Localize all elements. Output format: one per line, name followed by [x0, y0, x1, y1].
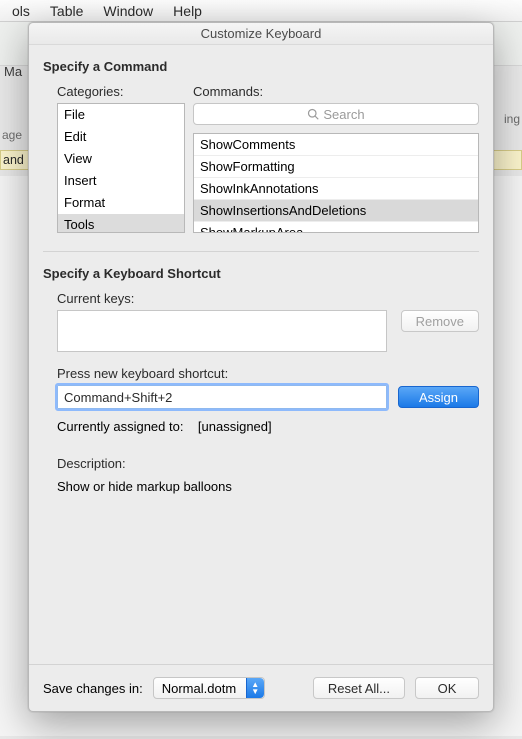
reset-all-button[interactable]: Reset All... — [313, 677, 405, 699]
currently-assigned-label: Currently assigned to: — [57, 419, 183, 434]
background-text: age — [2, 128, 22, 142]
menu-item[interactable]: Help — [163, 3, 212, 19]
dialog-title: Customize Keyboard — [29, 23, 493, 45]
section-specify-shortcut: Specify a Keyboard Shortcut — [43, 266, 479, 281]
menu-item[interactable]: Window — [93, 3, 163, 19]
command-item[interactable]: ShowFormatting — [194, 156, 478, 178]
commands-label: Commands: — [193, 84, 479, 99]
category-item[interactable]: Insert — [58, 170, 184, 192]
categories-label: Categories: — [57, 84, 185, 99]
commands-listbox[interactable]: ShowCommentsShowFormattingShowInkAnnotat… — [193, 133, 479, 233]
current-keys-box[interactable] — [57, 310, 387, 352]
category-item[interactable]: Edit — [58, 126, 184, 148]
save-changes-select[interactable]: Normal.dotm ▲▼ — [153, 677, 265, 699]
category-item[interactable]: Tools — [58, 214, 184, 233]
menu-item[interactable]: Table — [40, 3, 93, 19]
command-item[interactable]: ShowInsertionsAndDeletions — [194, 200, 478, 222]
category-item[interactable]: File — [58, 104, 184, 126]
save-changes-label: Save changes in: — [43, 681, 143, 696]
currently-assigned-value: [unassigned] — [198, 419, 272, 434]
background-text: ing — [504, 112, 520, 126]
command-item[interactable]: ShowMarkupArea — [194, 222, 478, 233]
categories-listbox[interactable]: FileEditViewInsertFormatToolsTable — [57, 103, 185, 233]
separator — [43, 251, 479, 252]
system-menubar: ols Table Window Help — [0, 0, 522, 22]
assign-button[interactable]: Assign — [398, 386, 479, 408]
command-item[interactable]: ShowInkAnnotations — [194, 178, 478, 200]
command-item[interactable]: ShowComments — [194, 134, 478, 156]
description-label: Description: — [57, 456, 479, 471]
category-item[interactable]: View — [58, 148, 184, 170]
description-value: Show or hide markup balloons — [57, 479, 479, 494]
background-text: and I — [3, 153, 31, 167]
save-changes-value: Normal.dotm — [162, 681, 236, 696]
background-text: Ma — [4, 64, 22, 79]
commands-search-input[interactable]: Search — [193, 103, 479, 125]
search-placeholder: Search — [323, 107, 364, 122]
shortcut-input[interactable] — [57, 385, 387, 409]
search-icon — [307, 108, 319, 120]
customize-keyboard-dialog: Customize Keyboard Specify a Command Cat… — [28, 22, 494, 712]
select-stepper-icon: ▲▼ — [246, 678, 264, 698]
remove-button[interactable]: Remove — [401, 310, 479, 332]
current-keys-label: Current keys: — [57, 291, 479, 306]
menu-item[interactable]: ols — [2, 3, 40, 19]
currently-assigned-row: Currently assigned to: [unassigned] — [57, 419, 479, 434]
section-specify-command: Specify a Command — [43, 59, 479, 74]
ok-button[interactable]: OK — [415, 677, 479, 699]
press-new-label: Press new keyboard shortcut: — [57, 366, 479, 381]
category-item[interactable]: Format — [58, 192, 184, 214]
